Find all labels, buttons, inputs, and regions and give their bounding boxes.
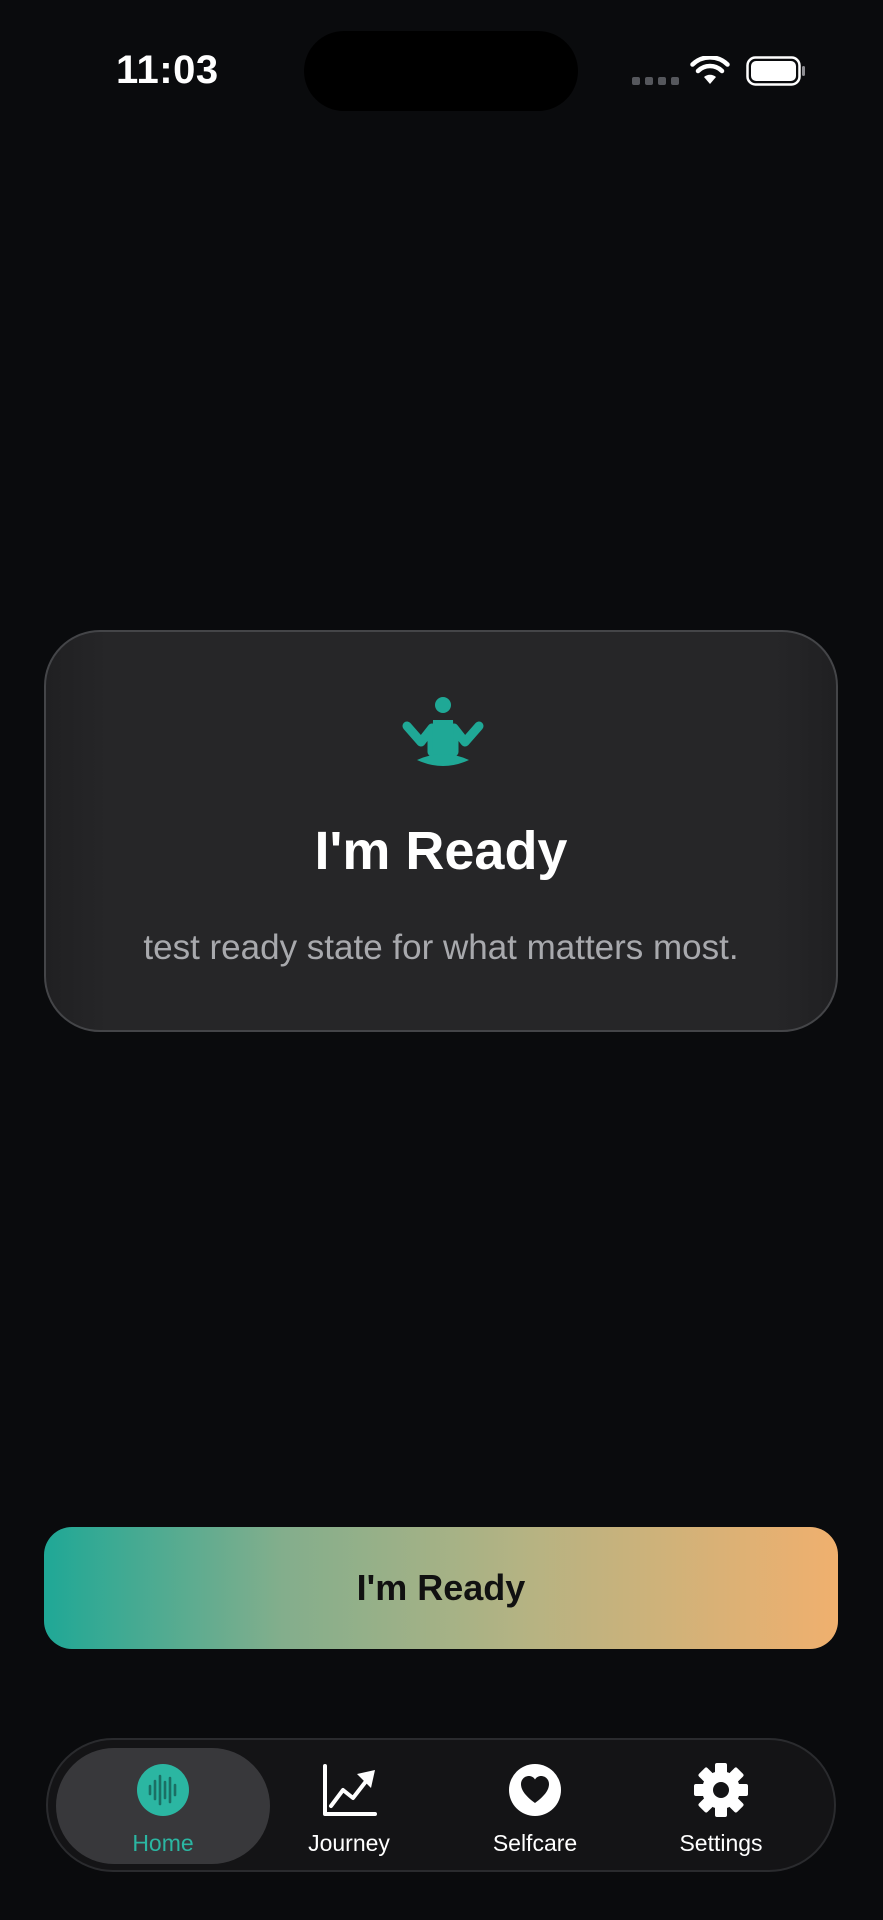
tab-bar: Home Journey Selfcare Settings	[46, 1738, 836, 1872]
tab-journey[interactable]: Journey	[242, 1748, 456, 1864]
tab-label-selfcare: Selfcare	[492, 1830, 578, 1856]
tab-label-home: Home	[132, 1830, 194, 1856]
heart-icon	[509, 1764, 561, 1816]
tab-home[interactable]: Home	[56, 1748, 270, 1864]
im-ready-button[interactable]: I'm Ready	[44, 1527, 838, 1649]
battery-icon	[746, 56, 805, 86]
dynamic-island	[304, 31, 578, 111]
status-time: 11:03	[116, 48, 219, 92]
status-bar: 11:03	[0, 0, 883, 140]
card-title: I'm Ready	[314, 821, 568, 881]
waveform-icon	[137, 1764, 189, 1816]
card-subtitle: test ready state for what matters most.	[143, 928, 739, 967]
ready-card: I'm Ready test ready state for what matt…	[44, 630, 838, 1032]
chart-up-icon	[323, 1764, 377, 1816]
meditation-icon	[402, 697, 484, 766]
wifi-icon	[690, 56, 730, 84]
cellular-signal-icon	[632, 77, 679, 85]
tab-label-settings: Settings	[679, 1830, 763, 1856]
tab-settings[interactable]: Settings	[614, 1748, 828, 1864]
tab-label-journey: Journey	[308, 1830, 390, 1856]
gear-icon	[694, 1763, 748, 1817]
tab-selfcare[interactable]: Selfcare	[428, 1748, 642, 1864]
